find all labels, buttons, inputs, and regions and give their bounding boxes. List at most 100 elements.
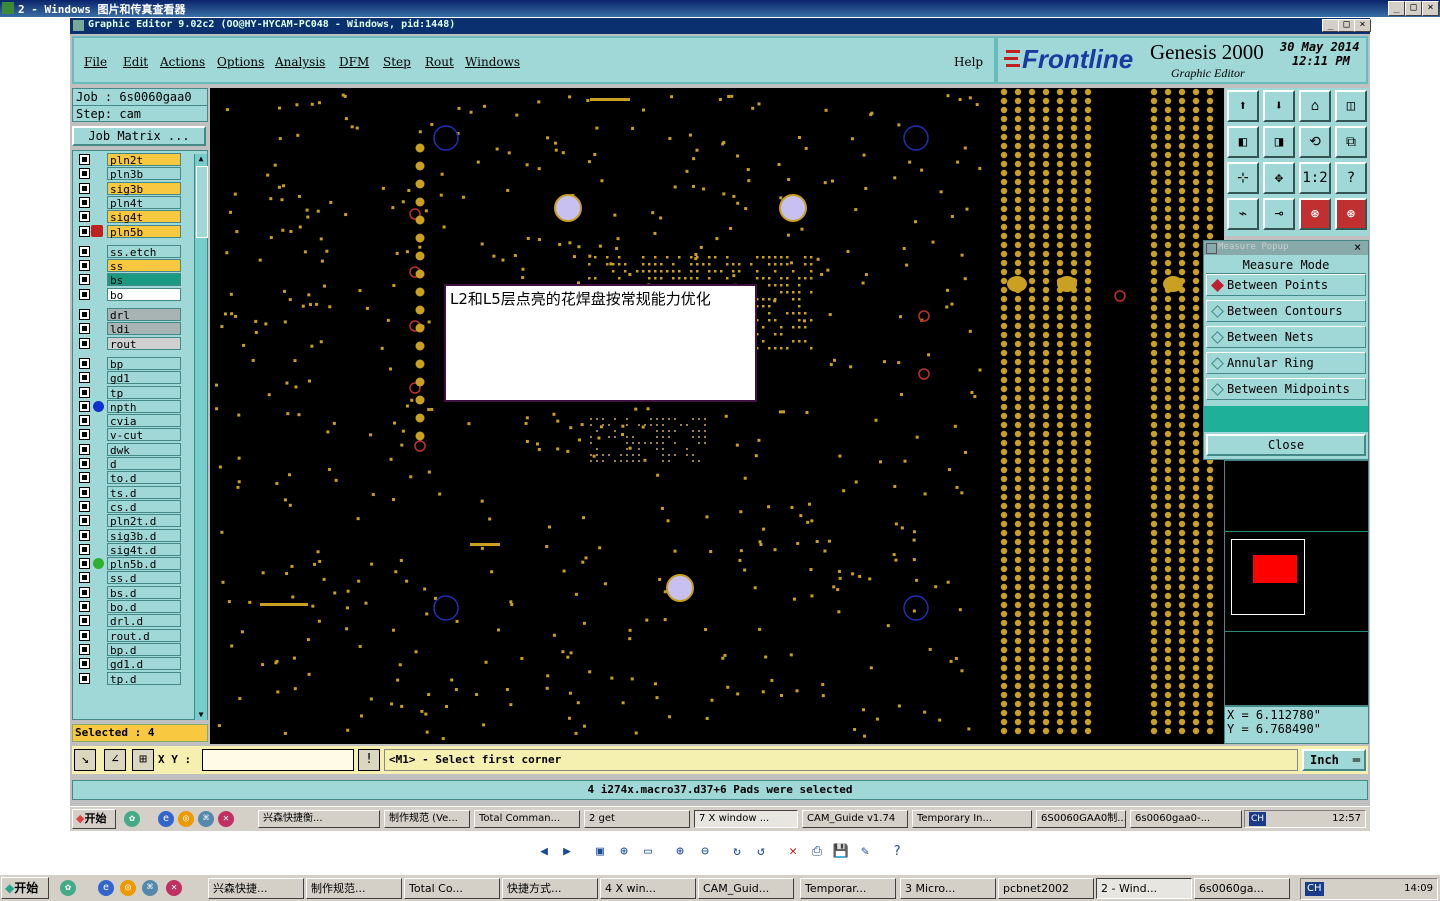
menu-windows[interactable]: Windows	[465, 55, 520, 69]
outer-task-7[interactable]: 3 Micro...	[900, 878, 996, 899]
layer-row-pln2t.d[interactable]: pln2t.d	[77, 514, 183, 528]
inner-task-8[interactable]: 6s0060gaa0-...	[1130, 810, 1242, 828]
layer-checkbox[interactable]	[79, 358, 90, 369]
app-maximize-button[interactable]: □	[1338, 19, 1355, 32]
inner-task-7[interactable]: 6S0060GAA0制...	[1036, 810, 1126, 828]
layer-checkbox[interactable]	[79, 558, 90, 569]
layer-row-pln5b[interactable]: pln5b	[77, 225, 183, 239]
layer-row-tp[interactable]: tp	[77, 386, 183, 400]
layer-checkbox[interactable]	[79, 226, 90, 237]
layer-row-ss[interactable]: ss	[77, 259, 183, 273]
inner-task-2[interactable]: Total Comman...	[474, 810, 580, 828]
layer-row-ss.d[interactable]: ss.d	[77, 571, 183, 585]
quicklaunch-icon-3[interactable]: ⌘	[198, 811, 214, 827]
layer-checkbox[interactable]	[79, 501, 90, 512]
menu-rout[interactable]: Rout	[425, 55, 454, 69]
layer-row-ss.etch[interactable]: ss.etch	[77, 245, 183, 259]
layer-checkbox[interactable]	[79, 601, 90, 612]
layer-row-drl[interactable]: drl	[77, 308, 183, 322]
menu-file[interactable]: File	[84, 55, 107, 69]
rotate-cw-icon[interactable]: ↻	[728, 843, 746, 861]
menu-dfm[interactable]: DFM	[339, 55, 369, 69]
x-app-icon[interactable]: ✕	[166, 880, 182, 896]
select-arrow-icon[interactable]: ↘	[74, 749, 96, 771]
inner-task-6[interactable]: Temporary In...	[912, 810, 1032, 828]
layer-row-to.d[interactable]: to.d	[77, 471, 183, 485]
print-icon[interactable]: ⎙	[808, 843, 826, 861]
delete-icon[interactable]: ✕	[784, 843, 802, 861]
scale-1-2-icon[interactable]: 1:2	[1299, 162, 1331, 194]
outer-task-6[interactable]: Temporar...	[800, 878, 896, 899]
inner-task-0[interactable]: 兴森快捷衡...	[258, 810, 380, 828]
layer-checkbox[interactable]	[79, 154, 90, 165]
outer-task-10[interactable]: 6s0060ga...	[1194, 878, 1290, 899]
alert-icon[interactable]: !	[358, 749, 380, 771]
zoom-in-icon[interactable]: ⊕	[671, 843, 689, 861]
layer-row-sig3b.d[interactable]: sig3b.d	[77, 529, 183, 543]
help-icon[interactable]: ?	[888, 843, 906, 861]
x-app-icon[interactable]: ✕	[218, 811, 234, 827]
layer-up-icon[interactable]: ⬆	[1227, 90, 1259, 122]
layer-row-tp.d[interactable]: tp.d	[77, 672, 183, 686]
menu-help[interactable]: Help	[954, 55, 983, 69]
layer-row-cvia[interactable]: cvia	[77, 414, 183, 428]
outer-task-2[interactable]: Total Co...	[404, 878, 500, 899]
layer-checkbox[interactable]	[79, 444, 90, 455]
layer-row-bo.d[interactable]: bo.d	[77, 600, 183, 614]
layer-checkbox[interactable]	[79, 472, 90, 483]
edit-icon[interactable]: ✎	[856, 843, 874, 861]
zoom-fit-icon[interactable]: ✥	[1263, 162, 1295, 194]
inner-task-4[interactable]: 7 X window ...	[694, 810, 798, 828]
next-icon[interactable]: ▶	[558, 843, 576, 861]
scroll-down-icon[interactable]: ▼	[196, 710, 206, 720]
layer-row-gd1.d[interactable]: gd1.d	[77, 657, 183, 671]
layer-checkbox[interactable]	[79, 673, 90, 684]
maximize-button[interactable]: □	[1405, 1, 1422, 16]
layer-checkbox[interactable]	[79, 246, 90, 257]
layer-list-scrollbar[interactable]: ▲ ▼	[194, 154, 208, 720]
outer-task-0[interactable]: 兴森快捷...	[208, 878, 304, 899]
quicklaunch-icon-1[interactable]: ✿	[60, 880, 76, 896]
layer-row-pln2t[interactable]: pln2t	[77, 153, 183, 167]
outer-task-4[interactable]: 4 X win...	[600, 878, 696, 899]
save-icon[interactable]: 💾	[832, 843, 850, 861]
job-matrix-button[interactable]: Job Matrix ...	[72, 126, 206, 146]
measure-close-icon[interactable]: ×	[1354, 240, 1361, 254]
edit-tool-icon[interactable]: ⌁	[1227, 198, 1259, 230]
layer-checkbox[interactable]	[79, 289, 90, 300]
layer-row-bp.d[interactable]: bp.d	[77, 643, 183, 657]
overview-viewport[interactable]	[1253, 555, 1297, 583]
best-fit-icon[interactable]: ▣	[591, 843, 609, 861]
layer-row-cs.d[interactable]: cs.d	[77, 500, 183, 514]
inner-task-5[interactable]: CAM_Guide v1.74	[802, 810, 908, 828]
measure-option-between-points[interactable]: Between Points	[1206, 274, 1366, 296]
layer-checkbox[interactable]	[79, 544, 90, 555]
layer-checkbox[interactable]	[79, 211, 90, 222]
layer-row-bs[interactable]: bs	[77, 273, 183, 287]
inner-start-button[interactable]: ◆开始	[72, 809, 116, 829]
measure-angle-icon[interactable]: ∠	[104, 749, 126, 771]
outer-task-8[interactable]: pcbnet2002	[998, 878, 1094, 899]
ie-icon[interactable]: e	[98, 880, 114, 896]
start-button[interactable]: ◆开始	[1, 877, 49, 899]
split-view-icon[interactable]: ◫	[1335, 90, 1367, 122]
layer-row-d[interactable]: d	[77, 457, 183, 471]
measure-option-between-midpoints[interactable]: Between Midpoints	[1206, 378, 1366, 400]
fit-all-icon[interactable]: ⊹	[1227, 162, 1259, 194]
slideshow-icon[interactable]: ▭	[639, 843, 657, 861]
layer-row-gd1[interactable]: gd1	[77, 371, 183, 385]
outer-task-9[interactable]: 2 - Wind...	[1096, 878, 1192, 899]
layer-row-bo[interactable]: bo	[77, 288, 183, 302]
layer-row-npth[interactable]: npth	[77, 400, 183, 414]
quicklaunch-icon-2[interactable]: ◎	[120, 880, 136, 896]
zoom-out-icon[interactable]: ⊖	[696, 843, 714, 861]
layer-checkbox[interactable]	[79, 572, 90, 583]
panel-left-icon[interactable]: ◧	[1227, 126, 1259, 158]
rotate-ccw-icon[interactable]: ↺	[752, 843, 770, 861]
layer-checkbox[interactable]	[79, 458, 90, 469]
layer-row-pln3b[interactable]: pln3b	[77, 167, 183, 181]
layer-row-pln5b.d[interactable]: pln5b.d	[77, 557, 183, 571]
layer-checkbox[interactable]	[79, 401, 90, 412]
ie-icon[interactable]: e	[158, 811, 174, 827]
menu-step[interactable]: Step	[383, 55, 411, 69]
